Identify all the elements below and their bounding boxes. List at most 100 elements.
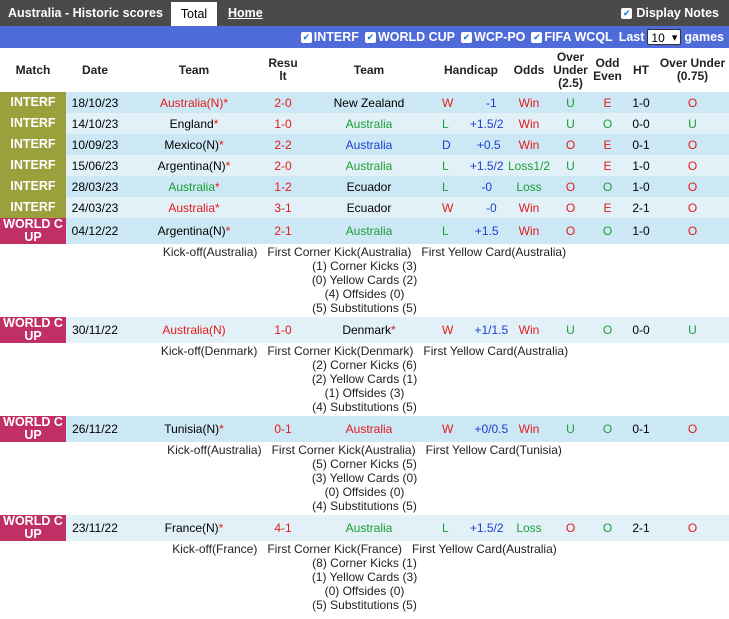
games-label: games xyxy=(684,30,724,44)
neutral-marker: * xyxy=(218,521,224,535)
away-team[interactable]: Australia xyxy=(302,113,436,134)
match-result-text: W xyxy=(442,200,454,215)
notes-first-events: Kick-off(France) First Corner Kick(Franc… xyxy=(172,542,557,556)
away-team[interactable]: Australia xyxy=(302,416,436,442)
halftime-score-text: 0-0 xyxy=(632,323,650,337)
notes-stat-line: (8) Corner Kicks (1) xyxy=(312,556,417,570)
over-under-25: O xyxy=(552,134,589,155)
odds-result: Loss xyxy=(506,515,552,541)
tab-total[interactable]: Total xyxy=(171,2,217,26)
match-date-text: 23/11/22 xyxy=(72,521,118,535)
checkbox-checked-icon[interactable]: ✔ xyxy=(364,31,376,43)
away-team[interactable]: Ecuador xyxy=(302,197,436,218)
home-team-text: Argentina(N) xyxy=(157,158,226,173)
home-team-text: Australia xyxy=(168,200,215,215)
odd-even-text: O xyxy=(602,323,613,337)
odds-result: Win xyxy=(506,134,552,155)
last-games-select[interactable]: 10 xyxy=(647,29,682,46)
match-result-text: W xyxy=(442,422,454,436)
tab-home[interactable]: Home xyxy=(228,0,263,26)
competition-badge: WORLD C UP xyxy=(0,515,66,541)
match-score: 4-1 xyxy=(264,515,302,541)
home-team[interactable]: Australia(N)* xyxy=(124,92,264,113)
home-team[interactable]: Argentina(N)* xyxy=(124,155,264,176)
col-odds: Odds xyxy=(506,48,552,92)
display-notes-toggle[interactable]: ✔ Display Notes xyxy=(621,0,719,26)
home-team-text: Argentina(N) xyxy=(157,224,226,238)
halftime-score: 0-1 xyxy=(626,134,656,155)
table-row[interactable]: WORLD C UP 04/12/22 Argentina(N)* 2-1 Austra… xyxy=(0,218,729,244)
over-under-25-text: O xyxy=(565,137,576,152)
away-team[interactable]: Australia xyxy=(302,134,436,155)
away-team-text: Australia xyxy=(345,422,393,436)
checkbox-checked-icon[interactable]: ✔ xyxy=(461,31,473,43)
filter-interf[interactable]: ✔ INTERF xyxy=(300,30,359,44)
odds-result: Win xyxy=(506,218,552,244)
away-team[interactable]: Australia xyxy=(302,515,436,541)
home-team[interactable]: Australia* xyxy=(124,176,264,197)
col-result: Result xyxy=(264,48,302,92)
table-row[interactable]: INTERF 14/10/23 England* 1-0 Australia L +1.5/… xyxy=(0,113,729,134)
away-team[interactable]: Ecuador xyxy=(302,176,436,197)
away-team-text: Ecuador xyxy=(346,200,392,215)
table-row[interactable]: INTERF 24/03/23 Australia* 3-1 Ecuador W -0 Win… xyxy=(0,197,729,218)
checkbox-checked-icon[interactable]: ✔ xyxy=(531,31,543,43)
odd-even-text: O xyxy=(602,179,613,194)
table-row[interactable]: WORLD C UP 30/11/22 Australia(N) 1-0 Denmark… xyxy=(0,317,729,343)
match-notes: Kick-off(Australia) First Corner Kick(Au… xyxy=(0,244,729,317)
table-row[interactable]: INTERF 10/09/23 Mexico(N)* 2-2 Australia D +0.… xyxy=(0,134,729,155)
odds-result-text: Loss xyxy=(516,521,542,535)
home-team[interactable]: France(N)* xyxy=(124,515,264,541)
table-row[interactable]: WORLD C UP 23/11/22 France(N)* 4-1 Australia… xyxy=(0,515,729,541)
home-team-text: Australia xyxy=(168,179,215,194)
over-under-25: U xyxy=(552,113,589,134)
over-under-075-text: O xyxy=(687,137,698,152)
match-notes-row: Kick-off(Denmark) First Corner Kick(Denm… xyxy=(0,343,729,416)
over-under-25-text: U xyxy=(566,95,575,110)
home-team[interactable]: Tunisia(N)* xyxy=(124,416,264,442)
match-notes: Kick-off(Denmark) First Corner Kick(Denm… xyxy=(0,343,729,416)
table-row[interactable]: WORLD C UP 26/11/22 Tunisia(N)* 0-1 Australi… xyxy=(0,416,729,442)
home-team[interactable]: England* xyxy=(124,113,264,134)
home-team[interactable]: Mexico(N)* xyxy=(124,134,264,155)
match-result: L +1.5 xyxy=(436,218,506,244)
halftime-score-text: 1-0 xyxy=(632,158,650,173)
match-result: W -1 xyxy=(436,92,506,113)
odds-result-text: Win xyxy=(518,116,540,131)
filter-fifa-wcql[interactable]: ✔ FIFA WCQL xyxy=(531,30,613,44)
odd-even: O xyxy=(589,317,626,343)
odds-result: Win xyxy=(506,113,552,134)
home-team[interactable]: Australia* xyxy=(124,197,264,218)
halftime-score: 2-1 xyxy=(626,515,656,541)
away-team[interactable]: Australia xyxy=(302,218,436,244)
filter-wcp-po[interactable]: ✔ WCP-PO xyxy=(461,30,525,44)
away-team[interactable]: Australia xyxy=(302,155,436,176)
checkbox-checked-icon[interactable]: ✔ xyxy=(621,7,633,19)
away-team[interactable]: Denmark* xyxy=(302,317,436,343)
odds-result-text: Win xyxy=(518,323,540,337)
competition-badge-text: WORLD C UP xyxy=(3,415,63,442)
table-row[interactable]: INTERF 15/06/23 Argentina(N)* 2-0 Australia L… xyxy=(0,155,729,176)
table-row[interactable]: INTERF 28/03/23 Australia* 1-2 Ecuador L -0 Los… xyxy=(0,176,729,197)
halftime-score: 1-0 xyxy=(626,155,656,176)
match-notes: Kick-off(Australia) First Corner Kick(Au… xyxy=(0,442,729,515)
match-score: 0-1 xyxy=(264,416,302,442)
away-team[interactable]: New Zealand xyxy=(302,92,436,113)
table-row[interactable]: INTERF 18/10/23 Australia(N)* 2-0 New Zealan… xyxy=(0,92,729,113)
home-team[interactable]: Australia(N) xyxy=(124,317,264,343)
match-result-text: W xyxy=(442,323,454,337)
filter-wcp-po-label: WCP-PO xyxy=(474,30,526,44)
filter-world-cup[interactable]: ✔ WORLD CUP xyxy=(364,30,455,44)
col-home-team: Team xyxy=(124,48,264,92)
halftime-score: 1-0 xyxy=(626,218,656,244)
over-under-25-text: O xyxy=(565,200,576,215)
match-score-text: 4-1 xyxy=(274,521,292,535)
match-date: 23/11/22 xyxy=(66,515,124,541)
home-team[interactable]: Argentina(N)* xyxy=(124,218,264,244)
checkbox-checked-icon[interactable]: ✔ xyxy=(300,31,312,43)
match-score-text: 2-0 xyxy=(274,158,292,173)
odd-even: O xyxy=(589,113,626,134)
match-score-text: 2-2 xyxy=(274,137,292,152)
match-score-text: 1-0 xyxy=(274,116,292,131)
over-under-075: O xyxy=(656,416,729,442)
